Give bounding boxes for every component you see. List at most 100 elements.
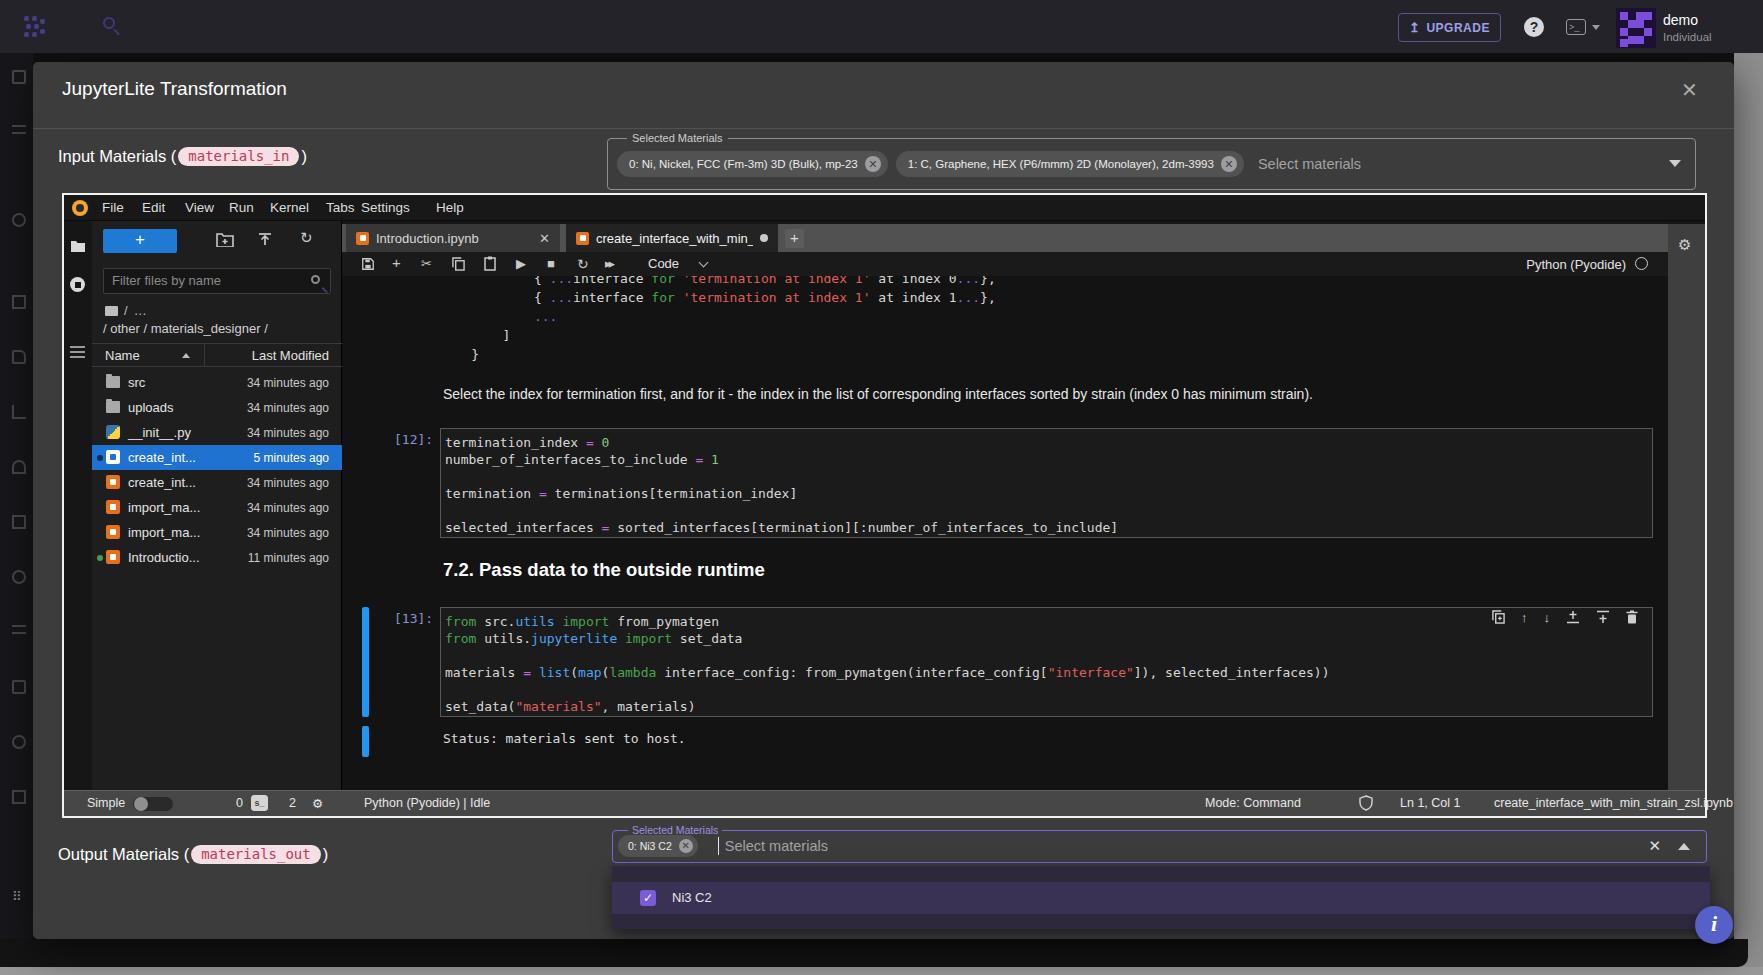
breadcrumb-path[interactable]: / other / materials_designer / — [103, 321, 268, 336]
duplicate-cell-icon[interactable] — [1492, 610, 1505, 624]
remove-chip-icon[interactable]: ✕ — [865, 156, 881, 172]
tab-create-interface[interactable]: create_interface_with_min_ — [566, 224, 778, 252]
collapse-caret-icon[interactable] — [1678, 843, 1690, 850]
command-mode-indicator[interactable]: Mode: Command — [1205, 796, 1301, 810]
app-logo-icon[interactable] — [24, 16, 46, 38]
insert-cell-above-icon[interactable] — [1566, 610, 1580, 624]
tab-close-icon[interactable]: ✕ — [539, 231, 550, 246]
cell-type-caret-icon[interactable] — [699, 258, 709, 268]
output-materials-select[interactable]: Selected Materials 0: Ni3 C2✕ Select mat… — [612, 830, 1707, 863]
material-chip[interactable]: 0: Ni3 C2✕ — [618, 835, 698, 857]
markdown-paragraph: Select the index for termination first, … — [443, 386, 1313, 402]
move-cell-up-icon[interactable]: ↑ — [1521, 611, 1528, 624]
delete-cell-icon[interactable] — [1626, 610, 1638, 624]
paste-cells-icon[interactable] — [484, 256, 496, 271]
select-materials-placeholder[interactable]: Select materials — [1258, 156, 1361, 172]
file-row-introduction[interactable]: Introductio...11 minutes ago — [92, 545, 342, 570]
kernel-icon[interactable]: ⚙ — [312, 796, 323, 811]
code-cell-12[interactable]: termination_index = 0number_of_interface… — [440, 428, 1653, 538]
unsaved-dot-icon[interactable] — [760, 234, 768, 242]
dropdown-caret-icon[interactable] — [1669, 160, 1681, 167]
dialog-title: JupyterLite Transformation — [62, 78, 287, 100]
kernel-status-text[interactable]: Python (Pyodide) | Idle — [364, 796, 490, 810]
stop-kernel-icon[interactable]: ■ — [547, 256, 555, 271]
copy-cells-icon[interactable] — [452, 257, 465, 271]
terminal-icon[interactable]: s_ — [251, 795, 268, 811]
file-row-create-int-selected[interactable]: create_int...5 minutes ago — [92, 445, 342, 470]
avatar[interactable] — [1616, 8, 1656, 48]
output-materials-label: Output Materials (materials_out) — [58, 845, 328, 864]
status-filename[interactable]: create_interface_with_min_strain_zsl.ipy… — [1494, 796, 1733, 810]
material-chip[interactable]: 0: Ni, Nickel, FCC (Fm-3m) 3D (Bulk), mp… — [617, 151, 888, 177]
code-cell-13[interactable]: from src.utils import from_pymatgenfrom … — [440, 607, 1653, 717]
checkbox-checked-icon[interactable]: ✓ — [640, 890, 656, 906]
upgrade-button[interactable]: ↥UPGRADE — [1398, 13, 1501, 42]
input-select-legend: Selected Materials — [627, 132, 728, 144]
file-row-create-int[interactable]: create_int...34 minutes ago — [92, 470, 342, 495]
filter-search-icon — [311, 275, 320, 284]
input-materials-select[interactable]: Selected Materials 0: Ni, Nickel, FCC (F… — [607, 138, 1696, 190]
info-fab-button[interactable]: i — [1695, 906, 1733, 944]
help-icon[interactable]: ? — [1524, 17, 1544, 37]
filter-files-input[interactable]: Filter files by name — [103, 268, 331, 294]
save-icon[interactable] — [361, 257, 375, 271]
file-row-import-ma[interactable]: import_ma...34 minutes ago — [92, 495, 342, 520]
new-folder-icon[interactable] — [216, 232, 234, 247]
refresh-icon[interactable]: ↻ — [300, 229, 313, 247]
console-caret-icon[interactable] — [1592, 25, 1600, 30]
trust-shield-icon[interactable] — [1359, 795, 1373, 811]
run-cell-icon[interactable]: ▶ — [516, 256, 526, 271]
close-icon[interactable]: ✕ — [1681, 78, 1698, 102]
restart-kernel-icon[interactable]: ↻ — [577, 256, 589, 272]
user-plan: Individual — [1663, 31, 1712, 43]
jupyterlite-transformation-dialog: JupyterLite Transformation ✕ Input Mater… — [33, 62, 1734, 939]
home-folder-icon[interactable] — [105, 306, 118, 316]
new-tab-button[interactable]: + — [785, 229, 804, 248]
insert-cell-below-icon[interactable] — [1596, 610, 1610, 624]
running-kernels-tab-icon[interactable] — [70, 277, 85, 292]
cut-cells-icon[interactable]: ✂ — [421, 256, 432, 271]
move-cell-down-icon[interactable]: ↓ — [1544, 611, 1551, 624]
clear-selection-icon[interactable]: ✕ — [1648, 837, 1661, 855]
select-materials-placeholder[interactable]: Select materials — [725, 838, 828, 854]
menu-help[interactable]: Help — [436, 200, 464, 215]
menu-run[interactable]: Run — [229, 200, 254, 215]
cell-type-select[interactable]: Code — [648, 256, 679, 271]
remove-chip-icon[interactable]: ✕ — [1221, 156, 1237, 172]
file-row-init-py[interactable]: __init__.py34 minutes ago — [92, 420, 342, 445]
menu-tabs[interactable]: Tabs — [326, 200, 355, 215]
dropdown-option-row[interactable]: ✓ Ni3 C2 — [612, 882, 1710, 914]
cell-toolbar: ↑ ↓ — [1492, 610, 1638, 624]
scrolled-output-text: { ...interface for 'termination at index… — [440, 276, 996, 364]
cursor-position[interactable]: Ln 1, Col 1 — [1400, 796, 1460, 810]
search-icon[interactable] — [103, 17, 115, 29]
file-list-header[interactable]: Name Last Modified — [92, 343, 342, 367]
material-chip[interactable]: 1: C, Graphene, HEX (P6/mmm) 2D (Monolay… — [896, 151, 1244, 177]
console-icon[interactable]: >_ — [1566, 19, 1586, 35]
simple-mode-toggle[interactable] — [133, 797, 173, 811]
property-inspector-icon[interactable]: ⚙ — [1678, 236, 1691, 254]
file-row-src[interactable]: src34 minutes ago — [92, 370, 342, 395]
kernel-name[interactable]: Python (Pyodide) — [1526, 257, 1626, 272]
notebook-toolbar: + ✂ ▶ ■ ↻ ▸▸ Code Python (Pyodide) — [342, 252, 1668, 277]
tab-introduction[interactable]: Introduction.ipynb✕ — [346, 224, 560, 252]
breadcrumb[interactable]: / … — [105, 303, 147, 318]
menu-settings[interactable]: Settings — [361, 200, 410, 215]
file-browser-tab-icon[interactable] — [70, 239, 86, 253]
menu-kernel[interactable]: Kernel — [270, 200, 309, 215]
menu-file[interactable]: File — [102, 200, 124, 215]
new-launcher-button[interactable]: + — [103, 229, 177, 253]
jupyterlite-logo-icon — [72, 200, 88, 216]
file-row-uploads[interactable]: uploads34 minutes ago — [92, 395, 342, 420]
app-top-bar: ↥UPGRADE ? >_ demo Individual — [0, 0, 1763, 53]
restart-run-all-icon[interactable]: ▸▸ — [605, 256, 612, 271]
menu-view[interactable]: View — [185, 200, 214, 215]
file-row-import-ma2[interactable]: import_ma...34 minutes ago — [92, 520, 342, 545]
kernel-status-icon[interactable] — [1635, 257, 1648, 270]
toc-tab-icon[interactable] — [70, 346, 85, 358]
menu-edit[interactable]: Edit — [142, 200, 165, 215]
insert-cell-icon[interactable]: + — [392, 254, 401, 271]
remove-chip-icon[interactable]: ✕ — [679, 839, 693, 853]
upload-icon[interactable] — [257, 232, 273, 248]
jupyter-menu-bar: File Edit View Run Kernel Tabs Settings … — [64, 195, 1705, 221]
